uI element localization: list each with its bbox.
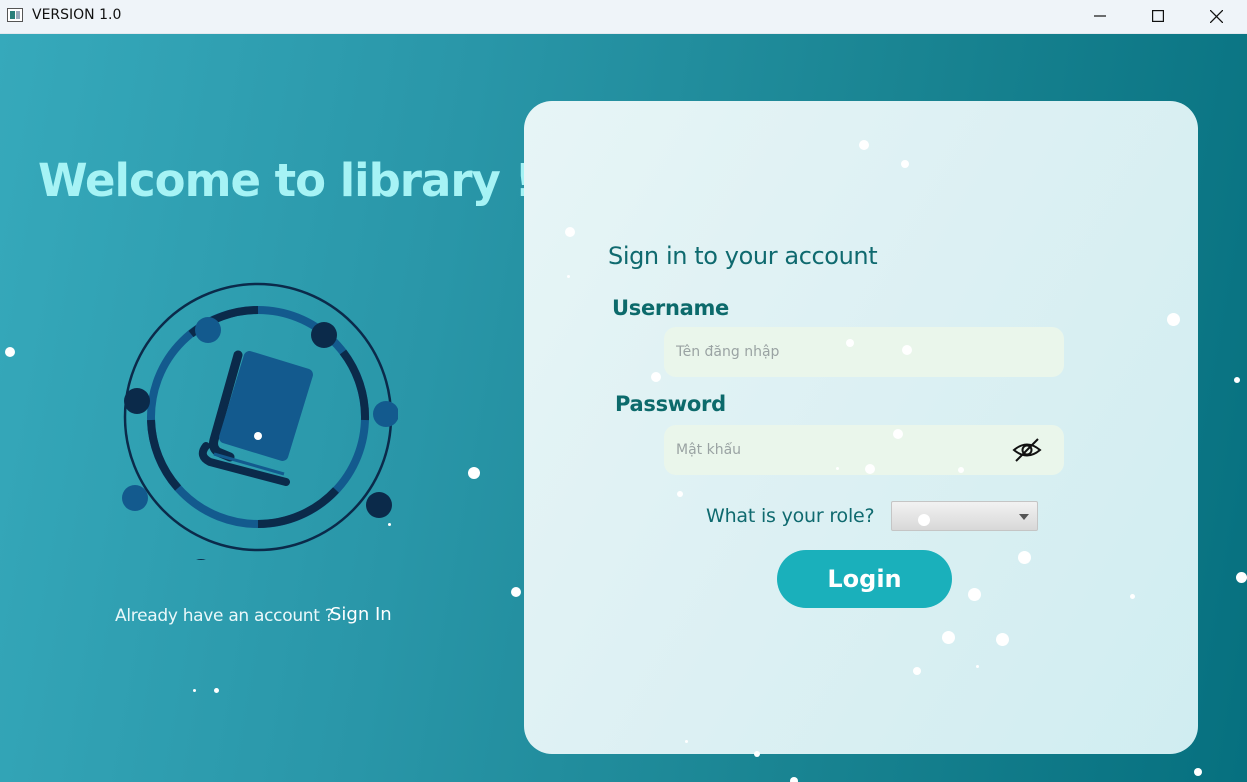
sign-in-link[interactable]: Sign In [330,604,392,625]
username-input[interactable] [664,327,1064,377]
title-bar: VERSION 1.0 [0,0,1247,34]
maximize-button[interactable] [1129,0,1187,32]
app-icon [7,8,23,22]
password-input[interactable] [664,425,1064,475]
role-label: What is your role? [706,505,875,527]
role-select[interactable] [891,501,1038,531]
password-label: Password [615,392,726,416]
welcome-heading: Welcome to library ! [38,154,535,207]
minimize-button[interactable] [1071,0,1129,32]
main-area: Welcome to library ! Already have an acc… [0,34,1247,782]
username-label: Username [612,296,729,320]
eye-off-icon[interactable] [1012,436,1042,464]
maximize-icon [1152,10,1164,22]
minimize-icon [1094,15,1106,17]
close-button[interactable] [1187,0,1245,32]
password-field-wrapper [664,425,1064,475]
card-title: Sign in to your account [608,242,878,270]
login-button[interactable]: Login [777,550,952,608]
username-field-wrapper [664,327,1064,377]
book-icon [198,350,313,486]
close-icon [1209,9,1223,23]
window-title: VERSION 1.0 [32,7,122,23]
login-card: Sign in to your account Username Passwor… [524,101,1198,754]
already-have-account-text: Already have an account ? [115,606,334,626]
library-emblem [122,282,398,560]
chevron-down-icon [1019,514,1029,520]
